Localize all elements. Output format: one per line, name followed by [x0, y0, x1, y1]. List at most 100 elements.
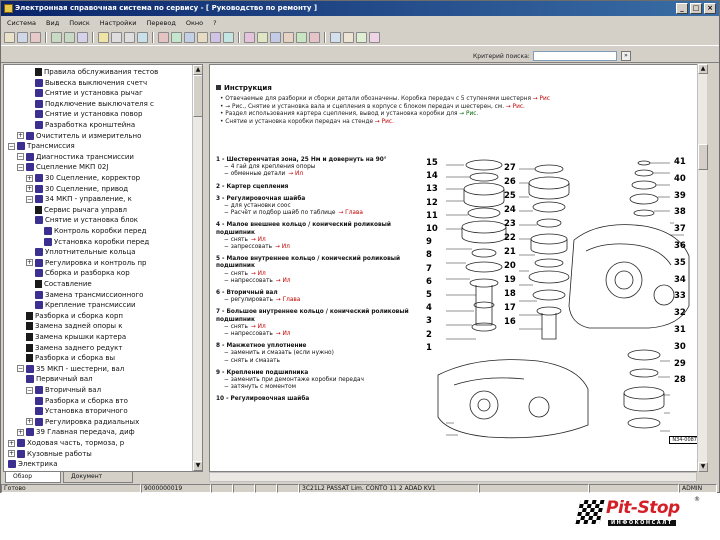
tree-item[interactable]: + Кузовные работы [8, 449, 92, 459]
tree-item[interactable]: − Вторичный вал [26, 385, 101, 395]
tree-item[interactable]: Сборка и разборка кор [35, 268, 130, 278]
collapse-icon[interactable]: − [26, 195, 33, 203]
menu-window[interactable]: Окно [186, 19, 203, 27]
tool-icon[interactable] [270, 32, 281, 43]
tree-item[interactable]: Замена трансмиссионного [35, 290, 143, 300]
info-icon[interactable] [137, 32, 148, 43]
step-link[interactable]: → Ил [276, 278, 291, 284]
link[interactable]: → Рис. [506, 104, 525, 110]
tool-icon[interactable] [197, 32, 208, 43]
scroll-thumb[interactable] [698, 144, 708, 170]
home-icon[interactable] [77, 32, 88, 43]
bookmark-icon[interactable] [30, 32, 41, 43]
step-link[interactable]: → Ил [251, 271, 266, 277]
collapse-icon[interactable]: − [17, 153, 24, 161]
tree-item[interactable]: Крепление трансмиссии [35, 300, 136, 310]
step-link[interactable]: → Ил [288, 171, 303, 177]
menu-search[interactable]: Поиск [69, 19, 90, 27]
step-link[interactable]: → Глава [338, 210, 362, 216]
scroll-down-icon[interactable]: ▼ [193, 461, 202, 471]
maximize-button[interactable]: □ [690, 3, 702, 14]
tree-item[interactable]: − 35 МКП - шестерни, вал [17, 364, 124, 374]
close-button[interactable]: × [704, 3, 716, 14]
tree-item[interactable]: +30 Сцепление, привод [26, 184, 128, 194]
menu-translate[interactable]: Перевод [147, 19, 176, 27]
tool-icon[interactable] [296, 32, 307, 43]
link[interactable]: → Рис. [459, 111, 478, 117]
zoom-out-icon[interactable] [124, 32, 135, 43]
tree-item[interactable]: Снятие и установка рычаг [35, 88, 143, 98]
tree-item[interactable]: Разборка и сборка вы [26, 353, 115, 363]
minimize-button[interactable]: _ [676, 3, 688, 14]
scroll-up-icon[interactable]: ▲ [698, 64, 708, 74]
tree-item[interactable]: Замена заднего редукт [26, 343, 122, 353]
tree-item[interactable]: − Диагностика трансмиссии [17, 152, 134, 162]
tree-item[interactable]: + Регулировка радиальных [26, 417, 139, 427]
expand-icon[interactable]: + [17, 428, 24, 436]
menu-settings[interactable]: Настройки [100, 19, 137, 27]
tab-document[interactable]: Документ [63, 472, 133, 483]
collapse-icon[interactable]: − [17, 365, 24, 373]
tree-item[interactable]: Контроль коробки перед [44, 226, 147, 236]
search-icon[interactable] [98, 32, 109, 43]
expand-icon[interactable]: + [8, 450, 15, 458]
search-input[interactable] [533, 51, 617, 61]
tree-item[interactable]: Первичный вал [26, 374, 93, 384]
search-go-button[interactable]: » [621, 51, 631, 61]
tree-item[interactable]: + Регулировка и контроль пр [26, 258, 146, 268]
tree-item[interactable]: Разборка и сборка вто [35, 396, 128, 406]
tree-item[interactable]: Уплотнительные кольца [35, 247, 136, 257]
tree-item[interactable]: +30 Сцепление, корректор [26, 173, 140, 183]
step-link[interactable]: → Глава [276, 297, 300, 303]
tree-item[interactable]: Замена крышки картера [26, 332, 126, 342]
menu-help[interactable]: ? [213, 19, 216, 27]
collapse-icon[interactable]: − [8, 142, 15, 150]
forward-icon[interactable] [64, 32, 75, 43]
tree-item[interactable]: Установка коробки перед [44, 237, 149, 247]
expand-icon[interactable]: + [8, 439, 15, 447]
tool-icon[interactable] [257, 32, 268, 43]
tree-item[interactable]: + Ходовая часть, тормоза, р [8, 438, 124, 448]
expand-icon[interactable]: + [26, 185, 33, 193]
collapse-icon[interactable]: − [17, 163, 24, 171]
tree-item[interactable]: +39 Главная передача, диф [17, 427, 135, 437]
expand-icon[interactable]: + [26, 174, 33, 182]
tree-item[interactable]: Составление [35, 279, 92, 289]
tree-item[interactable]: Подключение выключателя с [35, 99, 154, 109]
tool-icon[interactable] [171, 32, 182, 43]
content-scrollbar[interactable]: ▲ ▼ [697, 64, 708, 472]
back-icon[interactable] [51, 32, 62, 43]
tool-icon[interactable] [283, 32, 294, 43]
menu-system[interactable]: Система [7, 19, 36, 27]
menu-view[interactable]: Вид [46, 19, 59, 27]
expand-icon[interactable]: + [17, 132, 24, 140]
tree-item[interactable]: − 34 МКП - управление, к [26, 194, 132, 204]
tool-icon[interactable] [244, 32, 255, 43]
expand-icon[interactable]: + [26, 418, 33, 426]
tree-item[interactable]: Правила обслуживания тестов [35, 67, 158, 77]
tree-item[interactable]: − Сцепление МКП 02J [17, 162, 108, 172]
tree-item[interactable]: Разборка и сборка корп [26, 311, 123, 321]
step-link[interactable]: → Ил [275, 244, 290, 250]
zoom-in-icon[interactable] [111, 32, 122, 43]
link[interactable]: → Рис [533, 96, 550, 102]
tab-overview[interactable]: Обзор [5, 472, 61, 483]
tool-icon[interactable] [184, 32, 195, 43]
tool-icon[interactable] [158, 32, 169, 43]
tree-item[interactable]: Замена задней опоры к [26, 321, 123, 331]
tool-icon[interactable] [343, 32, 354, 43]
expand-icon[interactable]: + [26, 259, 33, 267]
step-link[interactable]: → Ил [251, 237, 266, 243]
tree-item[interactable]: Снятие и установка блок [35, 215, 138, 225]
tool-icon[interactable] [309, 32, 320, 43]
tool-icon[interactable] [210, 32, 221, 43]
tree-item[interactable]: + Очиститель и измерительно [17, 131, 141, 141]
tree-item[interactable]: Снятие и установка повор [35, 109, 142, 119]
tree-item[interactable]: Сервис рычага управл [35, 205, 127, 215]
scroll-thumb[interactable] [193, 75, 202, 117]
tree-item[interactable]: Вывеска выключения счетч [35, 78, 147, 88]
scroll-up-icon[interactable]: ▲ [193, 65, 202, 75]
content-hscrollbar[interactable] [209, 472, 697, 482]
tool-icon[interactable] [369, 32, 380, 43]
step-link[interactable]: → Ил [251, 324, 266, 330]
